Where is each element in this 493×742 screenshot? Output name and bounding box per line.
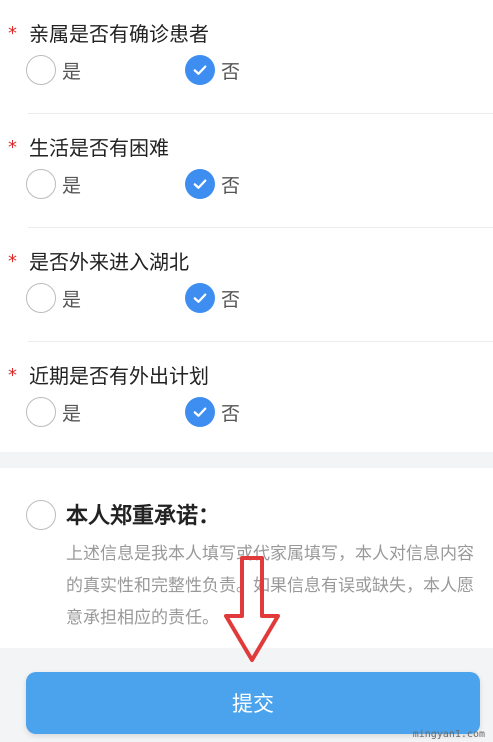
- radio-unchecked[interactable]: [26, 283, 56, 313]
- submit-button[interactable]: 提交: [26, 672, 480, 734]
- option-yes[interactable]: 是: [26, 167, 81, 201]
- option-label: 否: [221, 288, 241, 311]
- question-label: 是否外来进入湖北: [29, 250, 189, 274]
- option-no[interactable]: 否: [185, 395, 240, 429]
- check-icon: [193, 407, 207, 417]
- question-label: 生活是否有困难: [29, 136, 169, 160]
- option-no[interactable]: 否: [185, 53, 240, 87]
- question-list: * 亲属是否有确诊患者 是 否 * 生活是否有困难 是 否 * 是否外来进入湖北…: [0, 0, 493, 452]
- option-label: 是: [62, 288, 82, 311]
- option-label: 否: [221, 402, 241, 425]
- required-mark: *: [8, 365, 17, 386]
- radio-unchecked[interactable]: [26, 55, 56, 85]
- radio-checked[interactable]: [185, 55, 215, 85]
- option-label: 否: [221, 60, 241, 83]
- radio-unchecked[interactable]: [26, 397, 56, 427]
- radio-checked[interactable]: [185, 169, 215, 199]
- pledge-title: 本人郑重承诺：: [66, 504, 221, 529]
- check-icon: [193, 293, 207, 303]
- question-life-difficulty: * 生活是否有困难 是 否: [0, 114, 493, 228]
- required-mark: *: [8, 251, 17, 272]
- radio-unchecked[interactable]: [26, 169, 56, 199]
- question-family-confirmed: * 亲属是否有确诊患者 是 否: [0, 0, 493, 114]
- option-yes[interactable]: 是: [26, 53, 81, 87]
- required-mark: *: [8, 23, 17, 44]
- option-yes[interactable]: 是: [26, 395, 81, 429]
- radio-checked[interactable]: [185, 397, 215, 427]
- question-travel-plan: * 近期是否有外出计划 是 否: [0, 342, 493, 456]
- radio-checked[interactable]: [185, 283, 215, 313]
- option-no[interactable]: 否: [185, 281, 240, 315]
- question-label: 亲属是否有确诊患者: [29, 22, 209, 46]
- arrow-down-icon: [224, 556, 280, 662]
- option-label: 是: [62, 402, 82, 425]
- option-no[interactable]: 否: [185, 167, 240, 201]
- question-entered-hubei: * 是否外来进入湖北 是 否: [0, 228, 493, 342]
- option-label: 否: [221, 174, 241, 197]
- option-label: 是: [62, 174, 82, 197]
- option-label: 是: [62, 60, 82, 83]
- question-label: 近期是否有外出计划: [29, 364, 209, 388]
- check-icon: [193, 179, 207, 189]
- required-mark: *: [8, 137, 17, 158]
- check-icon: [193, 65, 207, 75]
- pledge-radio[interactable]: [26, 500, 56, 530]
- option-yes[interactable]: 是: [26, 281, 81, 315]
- watermark: mingyan1.com: [412, 729, 485, 740]
